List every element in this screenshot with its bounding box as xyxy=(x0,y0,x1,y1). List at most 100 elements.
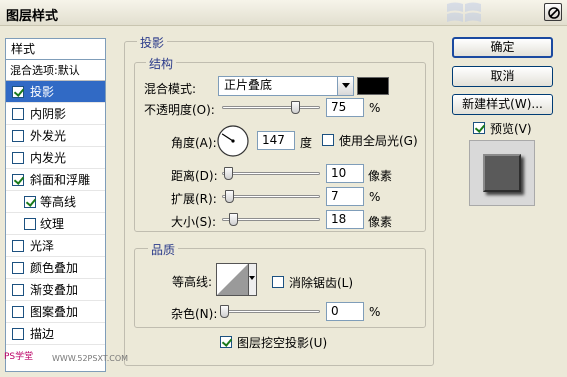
noise-input[interactable]: 0 xyxy=(326,302,364,321)
size-unit: 像素 xyxy=(368,215,393,229)
distance-slider[interactable] xyxy=(222,167,320,180)
checkbox-icon[interactable] xyxy=(12,240,24,252)
checkbox-icon[interactable] xyxy=(12,152,24,164)
section-title: 投影 xyxy=(137,34,168,51)
checkbox-icon[interactable] xyxy=(12,108,24,120)
style-item-label: 内发光 xyxy=(30,151,67,165)
style-item-label: 图案叠加 xyxy=(30,305,79,319)
quality-title: 品质 xyxy=(148,241,179,258)
cancel-button[interactable]: 取消 xyxy=(452,66,553,87)
close-icon xyxy=(548,7,560,19)
knockout-label: 图层挖空投影(U) xyxy=(237,336,328,350)
spread-label: 扩展(R): xyxy=(171,192,217,206)
title-bar: 图层样式 xyxy=(0,0,567,26)
opacity-slider-thumb[interactable] xyxy=(291,101,300,114)
angle-label: 角度(A): xyxy=(171,136,217,150)
blending-options-item[interactable]: 混合选项:默认 xyxy=(6,60,105,81)
preview-label: 预览(V) xyxy=(490,122,532,136)
checkbox-icon[interactable] xyxy=(12,306,24,318)
checkbox-icon xyxy=(322,134,334,146)
style-item[interactable]: 内阴影 xyxy=(6,103,105,125)
contour-label: 等高线: xyxy=(172,275,213,289)
style-item[interactable]: 光泽 xyxy=(6,235,105,257)
noise-unit: % xyxy=(369,305,381,319)
style-item[interactable]: 颜色叠加 xyxy=(6,257,105,279)
opacity-input[interactable]: 75 xyxy=(326,98,364,117)
opacity-label: 不透明度(O): xyxy=(144,103,215,117)
checkbox-icon xyxy=(473,122,485,134)
knockout-checkbox[interactable]: 图层挖空投影(U) xyxy=(220,334,327,351)
style-item[interactable]: 内发光 xyxy=(6,147,105,169)
style-item-label: 渐变叠加 xyxy=(30,283,79,297)
checkbox-icon[interactable] xyxy=(12,130,24,142)
blend-mode-value: 正片叠底 xyxy=(224,78,273,92)
angle-input[interactable]: 147 xyxy=(257,131,295,150)
preview-checkbox[interactable]: 预览(V) xyxy=(473,120,532,137)
style-item-label: 描边 xyxy=(30,327,55,341)
window-title: 图层样式 xyxy=(6,9,59,24)
size-slider-thumb[interactable] xyxy=(229,213,238,226)
noise-slider[interactable] xyxy=(220,305,320,318)
watermark-logo: PS学堂 xyxy=(4,352,34,362)
style-item-label: 内阴影 xyxy=(30,107,67,121)
angle-dial[interactable] xyxy=(216,124,250,158)
noise-slider-thumb[interactable] xyxy=(220,305,229,318)
style-item-label: 纹理 xyxy=(40,217,65,231)
spread-input[interactable]: 7 xyxy=(326,187,364,206)
checkbox-icon[interactable] xyxy=(24,218,36,230)
checkbox-icon[interactable] xyxy=(12,262,24,274)
checkbox-icon[interactable] xyxy=(12,174,24,186)
style-item[interactable]: 外发光 xyxy=(6,125,105,147)
checkbox-icon[interactable] xyxy=(12,86,24,98)
contour-preview-icon xyxy=(217,264,248,295)
antialias-checkbox[interactable]: 消除锯齿(L) xyxy=(272,274,353,291)
size-label: 大小(S): xyxy=(171,215,217,229)
checkbox-icon[interactable] xyxy=(24,196,36,208)
noise-label: 杂色(N): xyxy=(171,307,218,321)
style-item-label: 外发光 xyxy=(30,129,67,143)
checkbox-icon xyxy=(272,276,284,288)
spread-slider-thumb[interactable] xyxy=(225,190,234,203)
size-slider[interactable] xyxy=(222,213,320,226)
distance-slider-thumb[interactable] xyxy=(224,167,233,180)
styles-header[interactable]: 样式 xyxy=(6,39,105,60)
style-item[interactable]: 等高线 xyxy=(6,191,105,213)
shadow-color-swatch[interactable] xyxy=(357,77,389,95)
global-light-checkbox[interactable]: 使用全局光(G) xyxy=(322,132,418,149)
distance-input[interactable]: 10 xyxy=(326,164,364,183)
style-item[interactable]: 描边 xyxy=(6,323,105,345)
style-item[interactable]: 投影 xyxy=(6,81,105,103)
ok-button[interactable]: 确定 xyxy=(452,37,553,58)
distance-unit: 像素 xyxy=(368,169,393,183)
opacity-slider[interactable] xyxy=(222,101,320,114)
contour-picker[interactable] xyxy=(216,263,257,296)
close-button[interactable] xyxy=(544,3,562,21)
style-item[interactable]: 渐变叠加 xyxy=(6,279,105,301)
new-style-button[interactable]: 新建样式(W)... xyxy=(452,94,553,115)
checkbox-icon[interactable] xyxy=(12,284,24,296)
style-preview-thumbnail xyxy=(469,140,535,206)
watermark-site: WWW.52PSXT.COM xyxy=(52,354,129,363)
style-item[interactable]: 纹理 xyxy=(6,213,105,235)
angle-unit: 度 xyxy=(300,136,313,150)
chevron-down-icon xyxy=(248,264,256,295)
checkbox-icon[interactable] xyxy=(12,328,24,340)
windows-logo-icon xyxy=(447,2,481,22)
blend-mode-select[interactable]: 正片叠底 xyxy=(218,76,354,96)
opacity-unit: % xyxy=(369,101,381,115)
chevron-down-icon xyxy=(337,77,353,95)
structure-title: 结构 xyxy=(146,55,177,72)
distance-label: 距离(D): xyxy=(171,169,218,183)
blend-mode-label: 混合模式: xyxy=(144,82,197,96)
style-item-label: 等高线 xyxy=(40,195,77,209)
style-item-label: 投影 xyxy=(30,85,55,99)
spread-slider[interactable] xyxy=(222,190,320,203)
styles-list: 样式 混合选项:默认 投影内阴影外发光内发光斜面和浮雕等高线纹理光泽颜色叠加渐变… xyxy=(5,38,106,372)
style-item[interactable]: 斜面和浮雕 xyxy=(6,169,105,191)
style-item-label: 斜面和浮雕 xyxy=(30,173,91,187)
style-item-label: 光泽 xyxy=(30,239,55,253)
spread-unit: % xyxy=(369,190,381,204)
style-item-label: 颜色叠加 xyxy=(30,261,79,275)
style-item[interactable]: 图案叠加 xyxy=(6,301,105,323)
size-input[interactable]: 18 xyxy=(326,210,364,229)
